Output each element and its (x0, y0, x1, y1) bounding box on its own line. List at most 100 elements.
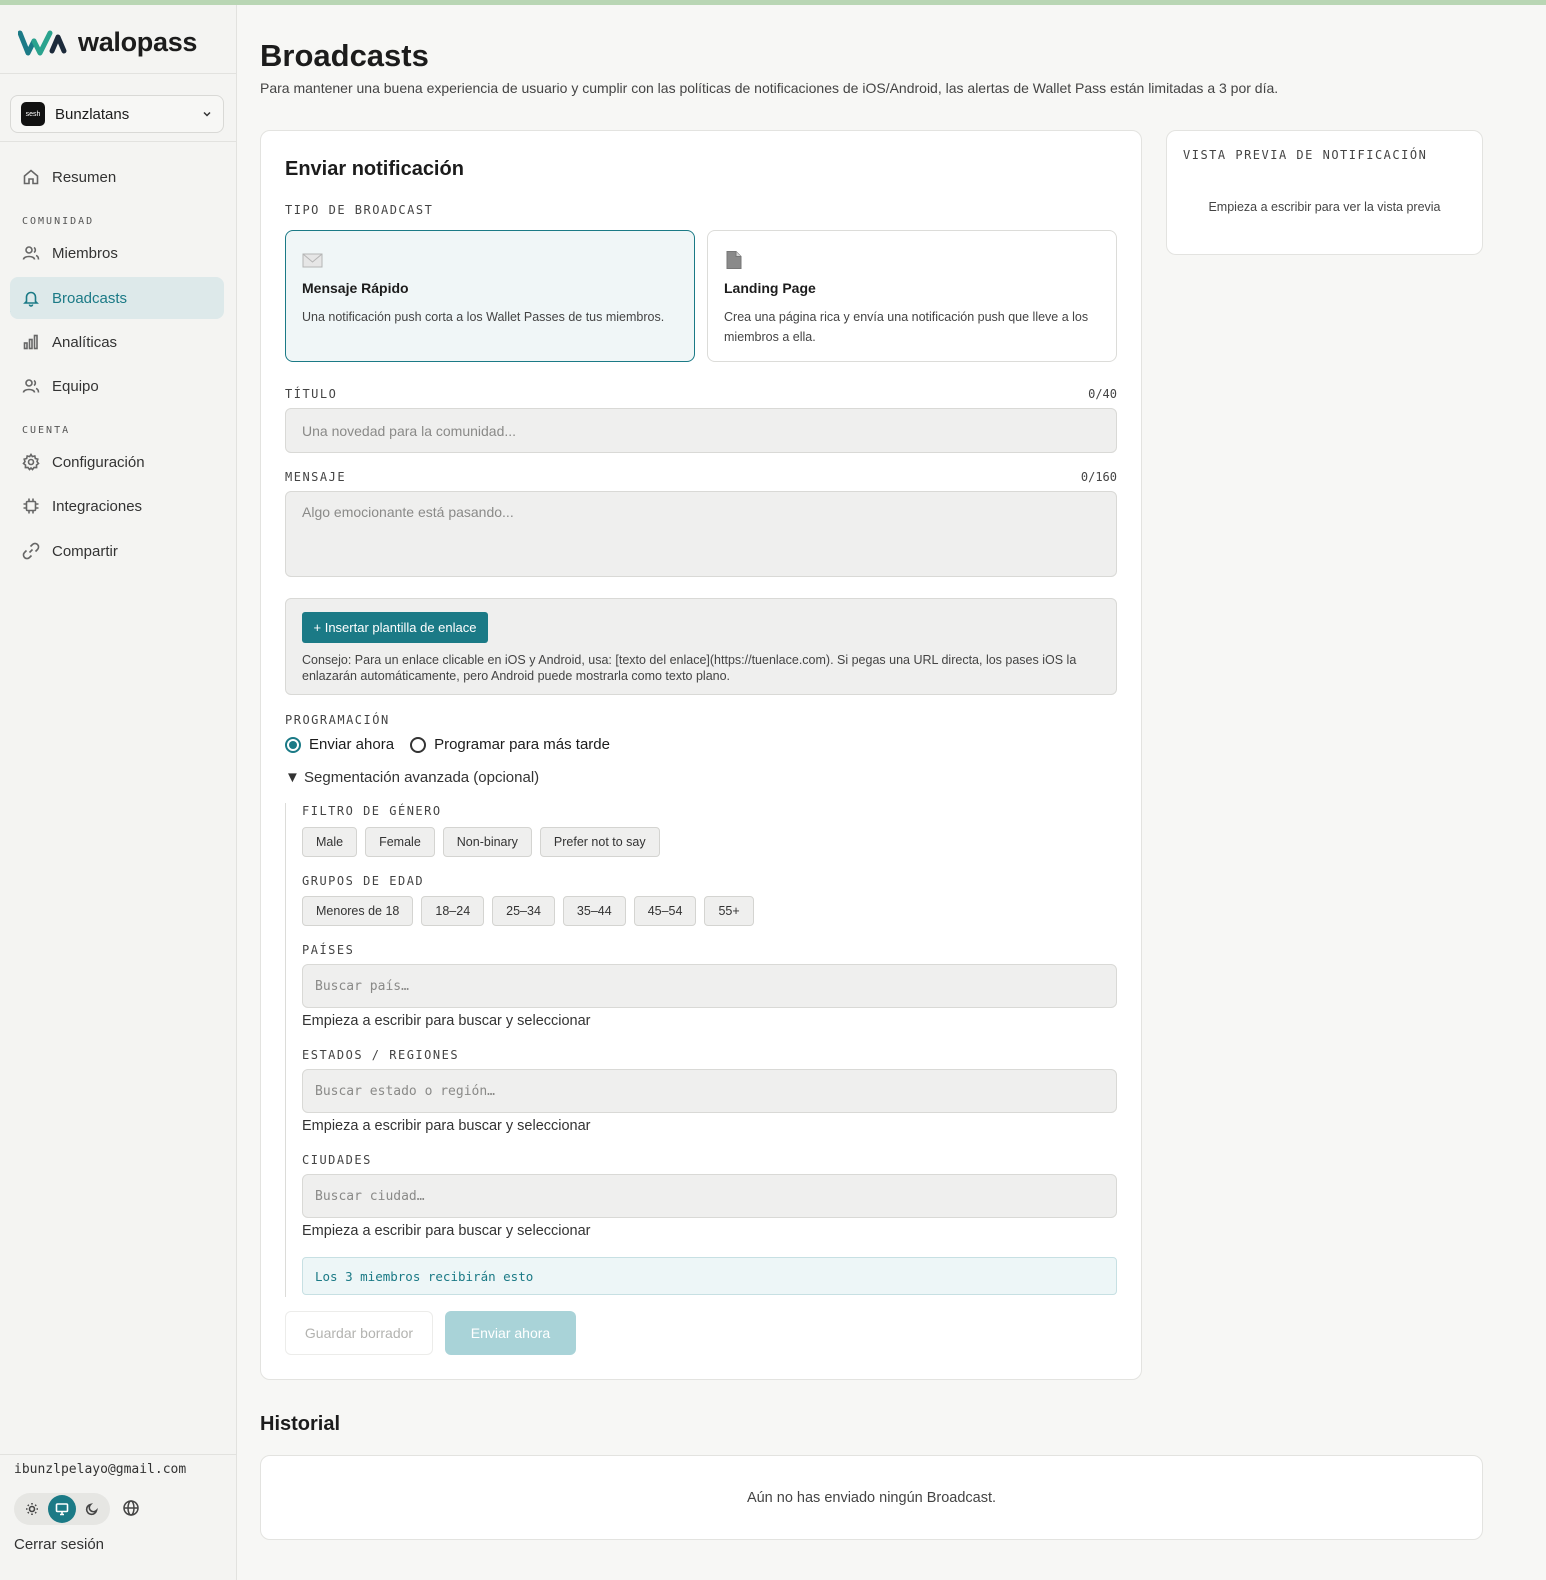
notification-preview-card: VISTA PREVIA DE NOTIFICACIÓN Empieza a e… (1166, 130, 1483, 255)
countries-help-text: Empieza a escribir para buscar y selecci… (302, 1013, 591, 1029)
type-option-desc: Una notificación push corta a los Wallet… (302, 310, 665, 324)
send-notification-card: Enviar notificación TIPO DE BROADCAST Me… (260, 130, 1142, 1380)
schedule-later-radio[interactable] (410, 736, 427, 753)
schedule-now-radio[interactable] (285, 736, 301, 753)
city-search-input[interactable] (302, 1174, 1117, 1218)
workspace-avatar: sesh (21, 102, 45, 126)
age-chips: Menores de 18 18–24 25–34 35–44 45–54 55… (302, 896, 754, 926)
gender-chip[interactable]: Male (302, 827, 358, 857)
sidebar-item-label: Equipo (52, 377, 99, 395)
theme-switcher (14, 1493, 110, 1525)
nav-section-account: CUENTA (22, 425, 71, 436)
preview-empty-text: Empieza a escribir para ver la vista pre… (1208, 200, 1441, 214)
cities-label: CIUDADES (302, 1153, 372, 1167)
sidebar-item-label: Compartir (52, 542, 118, 560)
type-option-name: Mensaje Rápido (302, 280, 409, 296)
schedule-options: Enviar ahora Programar para más tarde (285, 736, 610, 753)
message-char-counter: 0/160 (1080, 470, 1117, 484)
gear-icon (22, 453, 40, 471)
title-char-counter: 0/40 (1088, 387, 1117, 401)
sidebar-item-label: Resumen (52, 168, 117, 186)
gender-chips: Male Female Non-binary Prefer not to say (302, 827, 660, 857)
type-option-landing-page[interactable]: Landing Page Crea una página rica y enví… (707, 230, 1117, 362)
sidebar-item-label: Broadcasts (52, 289, 128, 307)
brand-name: walopass (78, 27, 198, 57)
document-icon (726, 251, 742, 269)
sun-icon (26, 1503, 38, 1515)
message-field-label: MENSAJE (285, 470, 347, 484)
send-now-button[interactable]: Enviar ahora (445, 1311, 576, 1355)
save-draft-button[interactable]: Guardar borrador (285, 1311, 433, 1355)
theme-system-button[interactable] (48, 1495, 76, 1523)
age-chip[interactable]: Menores de 18 (302, 896, 414, 926)
segmentation-border (285, 803, 286, 1297)
sidebar-item-integrations[interactable]: Integraciones (10, 485, 224, 527)
home-icon (23, 169, 39, 185)
regions-label: ESTADOS / REGIONES (302, 1048, 460, 1062)
regions-help-text: Empieza a escribir para buscar y selecci… (302, 1118, 591, 1134)
schedule-label: PROGRAMACIÓN (285, 713, 390, 727)
gender-chip[interactable]: Non-binary (442, 827, 532, 857)
link-template-box: + Insertar plantilla de enlace Consejo: … (285, 598, 1117, 695)
page-subtitle: Para mantener una buena experiencia de u… (260, 80, 1279, 96)
logout-link[interactable]: Cerrar sesión (14, 1536, 104, 1553)
workspace-name: Bunzlatans (55, 105, 130, 123)
nav-section-community: COMUNIDAD (22, 216, 95, 227)
sidebar-item-analytics[interactable]: Analíticas (10, 321, 224, 363)
workspace-selector[interactable]: sesh Bunzlatans (10, 95, 224, 133)
preview-label: VISTA PREVIA DE NOTIFICACIÓN (1183, 148, 1428, 162)
sidebar-item-settings[interactable]: Configuración (10, 441, 224, 483)
type-option-desc: Crea una página rica y envía una notific… (724, 310, 1089, 344)
history-card: Aún no has enviado ningún Broadcast. (260, 1455, 1483, 1540)
bell-icon (23, 291, 39, 307)
age-groups-label: GRUPOS DE EDAD (302, 874, 425, 888)
age-chip[interactable]: 35–44 (562, 896, 626, 926)
type-option-quick-message[interactable]: Mensaje Rápido Una notificación push cor… (285, 230, 695, 362)
gender-chip[interactable]: Female (365, 827, 435, 857)
gender-chip[interactable]: Prefer not to say (539, 827, 660, 857)
cities-help-text: Empieza a escribir para buscar y selecci… (302, 1223, 591, 1239)
age-chip[interactable]: 55+ (704, 896, 754, 926)
countries-label: PAÍSES (302, 943, 355, 957)
broadcast-type-label: TIPO DE BROADCAST (285, 203, 434, 217)
title-field-label: TÍTULO (285, 387, 338, 401)
sidebar-item-broadcasts[interactable]: Broadcasts (10, 277, 224, 319)
chevron-down-icon (203, 111, 211, 117)
age-chip[interactable]: 45–54 (633, 896, 697, 926)
sidebar-item-label: Miembros (52, 244, 118, 262)
walopass-logo-icon (18, 30, 67, 55)
sidebar-item-team[interactable]: Equipo (10, 365, 224, 407)
theme-dark-button[interactable] (78, 1495, 106, 1523)
card-title: Enviar notificación (285, 158, 464, 180)
sidebar-item-label: Integraciones (52, 497, 143, 515)
language-button[interactable] (122, 1499, 142, 1519)
type-option-name: Landing Page (724, 280, 816, 296)
age-chip[interactable]: 18–24 (421, 896, 485, 926)
link-tip-text: Consejo: Para un enlace clicable en iOS … (302, 653, 1077, 683)
insert-link-template-button[interactable]: + Insertar plantilla de enlace (302, 612, 488, 643)
sidebar-divider (0, 73, 237, 74)
sidebar-item-share[interactable]: Compartir (10, 530, 224, 572)
audience-reach-banner: Los 3 miembros recibirán esto (302, 1257, 1117, 1295)
schedule-now-label[interactable]: Enviar ahora (309, 736, 394, 753)
brand-logo[interactable]: walopass (18, 27, 197, 58)
chip-icon (23, 498, 39, 514)
history-empty-text: Aún no has enviado ningún Broadcast. (746, 1490, 997, 1506)
schedule-later-label[interactable]: Programar para más tarde (434, 736, 610, 753)
link-icon (22, 542, 40, 560)
envelope-icon (302, 253, 323, 268)
history-title: Historial (260, 1413, 341, 1435)
message-textarea[interactable] (285, 491, 1117, 577)
theme-light-button[interactable] (18, 1495, 46, 1523)
advanced-segmentation-toggle[interactable]: ▼ Segmentación avanzada (opcional) (285, 769, 539, 786)
title-input[interactable] (285, 408, 1117, 453)
sidebar-item-label: Configuración (52, 453, 145, 471)
page-title: Broadcasts (260, 38, 429, 73)
region-search-input[interactable] (302, 1069, 1117, 1113)
sidebar-item-overview[interactable]: Resumen (10, 156, 224, 198)
sidebar-divider (0, 141, 237, 142)
sidebar-item-members[interactable]: Miembros (10, 232, 224, 274)
bar-chart-icon (23, 334, 38, 350)
country-search-input[interactable] (302, 964, 1117, 1008)
age-chip[interactable]: 25–34 (492, 896, 555, 926)
